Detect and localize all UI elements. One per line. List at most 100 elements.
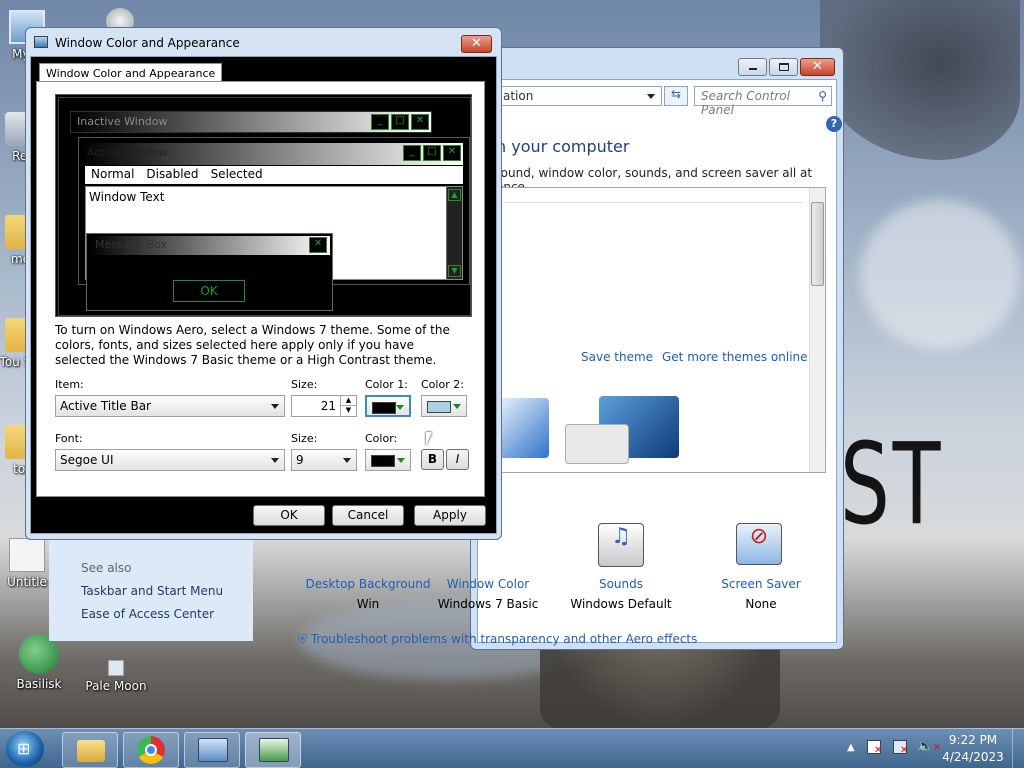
action-center-icon[interactable]: ✕ xyxy=(867,740,883,756)
volume-muted-icon[interactable]: 🔈✕ xyxy=(917,739,941,754)
start-button[interactable]: ⊞ xyxy=(6,731,44,767)
dialog-app-icon xyxy=(34,36,48,48)
clock-time[interactable]: 9:22 PM xyxy=(940,733,1006,747)
windows-logo-icon: ⊞ xyxy=(17,739,31,758)
close-button[interactable]: ✕ xyxy=(800,58,835,76)
font-size-value: 9 xyxy=(296,453,304,467)
maximize-icon: □ xyxy=(391,114,409,130)
taskbar-start-menu-link[interactable]: Taskbar and Start Menu xyxy=(81,584,223,598)
see-also-heading: See also xyxy=(81,561,132,575)
minimize-button[interactable] xyxy=(738,58,767,76)
preview-menu-bar: Normal Disabled Selected xyxy=(85,166,463,184)
desktop-icon-label: Pale Moon xyxy=(85,679,147,693)
spin-down-icon[interactable]: ▼ xyxy=(340,406,356,416)
search-placeholder: Search Control Panel xyxy=(701,89,790,117)
appearance-preview[interactable]: Inactive Window _ □ ✕ Active Window _ □ … xyxy=(55,94,472,317)
message-box-title: Message Box xyxy=(95,238,168,251)
themes-scrollbar[interactable] xyxy=(809,188,825,472)
menu-disabled: Disabled xyxy=(146,167,199,181)
menu-selected: Selected xyxy=(210,167,263,181)
desktop-icon-basilisk[interactable]: Basilisk xyxy=(4,634,74,691)
clock-date[interactable]: 4/24/2023 xyxy=(940,750,1006,764)
divider xyxy=(503,202,803,203)
search-icon: ⚲ xyxy=(818,89,827,103)
page-heading: n your computer xyxy=(496,137,630,156)
font-label: Font: xyxy=(55,432,83,445)
maximize-icon: □ xyxy=(423,145,441,161)
inactive-caption-buttons: _ □ ✕ xyxy=(371,114,429,130)
minimize-icon: _ xyxy=(371,114,389,130)
sounds-icon[interactable]: ♫ xyxy=(598,523,644,567)
chevron-down-icon xyxy=(271,404,279,409)
show-hidden-icons[interactable]: ▲ xyxy=(847,742,855,753)
screen-saver-value: None xyxy=(745,597,777,611)
troubleshoot-link[interactable]: ⛨ Troubleshoot problems with transparenc… xyxy=(298,632,818,647)
window-color-link[interactable]: Window Color xyxy=(428,577,548,591)
color1-picker[interactable] xyxy=(365,395,411,417)
maximize-icon xyxy=(779,63,789,71)
taskbar-chrome[interactable] xyxy=(123,732,179,768)
color1-label: Color 1: xyxy=(365,378,408,391)
desktop-icon-label: Untitle xyxy=(7,575,47,589)
dialog-close-button[interactable]: ✕ xyxy=(461,35,492,53)
italic-toggle[interactable]: I xyxy=(446,449,469,470)
network-icon[interactable]: ✕ xyxy=(893,740,908,756)
wallpaper-statue-top xyxy=(820,0,1020,160)
window-text: Window Text xyxy=(89,190,165,204)
screen-saver-link[interactable]: Screen Saver xyxy=(701,577,821,591)
save-theme-link[interactable]: Save theme xyxy=(581,350,653,364)
apply-button[interactable]: Apply xyxy=(414,505,486,526)
scroll-thumb[interactable] xyxy=(811,202,824,286)
font-size-select[interactable]: 9 xyxy=(291,449,357,471)
aero-info-text: To turn on Windows Aero, select a Window… xyxy=(55,323,450,367)
error-badge-icon: ✕ xyxy=(874,745,883,756)
show-desktop-button[interactable] xyxy=(1012,729,1024,768)
screen-saver-icon[interactable]: ⊘ xyxy=(736,523,782,565)
spin-up-icon[interactable]: ▲ xyxy=(340,396,356,406)
taskbar-control-panel[interactable] xyxy=(184,732,240,768)
font-select[interactable]: Segoe UI xyxy=(55,449,285,471)
maximize-button[interactable] xyxy=(769,58,798,76)
window-color-appearance-dialog[interactable]: Window Color and Appearance ✕ Window Col… xyxy=(25,27,502,540)
ease-of-access-link[interactable]: Ease of Access Center xyxy=(81,607,214,621)
ok-button[interactable]: OK xyxy=(253,505,325,526)
close-icon: ✕ xyxy=(471,36,482,51)
item-select-value: Active Title Bar xyxy=(60,399,151,413)
desktop-background-link[interactable]: Desktop Background xyxy=(288,577,448,591)
color2-swatch xyxy=(427,401,451,413)
chevron-down-icon xyxy=(271,458,279,463)
tab-window-color[interactable]: Window Color and Appearance xyxy=(39,63,223,83)
personalization-window[interactable]: ✕ ation ⇆ Search Control Panel ⚲ ? n you… xyxy=(298,47,844,650)
taskbar-appearance[interactable] xyxy=(245,732,301,768)
search-input[interactable]: Search Control Panel ⚲ xyxy=(694,86,832,117)
help-icon[interactable]: ? xyxy=(826,116,842,132)
close-icon: ✕ xyxy=(812,59,823,74)
cloud xyxy=(860,200,1020,350)
theme-thumbnail-selected[interactable] xyxy=(565,424,629,464)
desktop-icon-palemoon[interactable]: Pale Moon xyxy=(81,660,151,693)
active-caption-buttons: _ □ ✕ xyxy=(403,145,461,161)
theme-thumbnail[interactable] xyxy=(499,398,549,458)
cancel-button[interactable]: Cancel xyxy=(332,505,404,526)
refresh-button[interactable]: ⇆ xyxy=(664,86,688,106)
item-select[interactable]: Active Title Bar xyxy=(55,395,285,417)
chrome-center xyxy=(145,744,157,756)
themes-list[interactable]: Save theme Get more themes online xyxy=(498,187,826,473)
chevron-down-icon xyxy=(396,405,404,410)
active-window-title: Active Window xyxy=(87,146,168,159)
get-more-themes-link[interactable]: Get more themes online xyxy=(662,350,808,364)
sounds-link[interactable]: Sounds xyxy=(561,577,681,591)
color2-label: Color 2: xyxy=(421,378,464,391)
window-color-value: Windows 7 Basic xyxy=(437,597,539,611)
close-icon: ✕ xyxy=(443,145,461,161)
bold-toggle[interactable]: B xyxy=(421,449,444,470)
control-panel-left-pane: See also Taskbar and Start Menu Ease of … xyxy=(49,540,253,641)
font-color-picker[interactable] xyxy=(365,449,411,471)
font-color-swatch xyxy=(371,455,395,467)
appearance-tab-page: Inactive Window _ □ ✕ Active Window _ □ … xyxy=(36,81,485,497)
shield-icon: ⛨ xyxy=(298,632,308,646)
item-size-input[interactable]: 21 ▲ ▼ xyxy=(291,395,357,417)
taskbar-explorer[interactable] xyxy=(62,732,118,768)
wallpaper-text: ST xyxy=(840,420,944,550)
color2-picker[interactable] xyxy=(421,395,467,417)
